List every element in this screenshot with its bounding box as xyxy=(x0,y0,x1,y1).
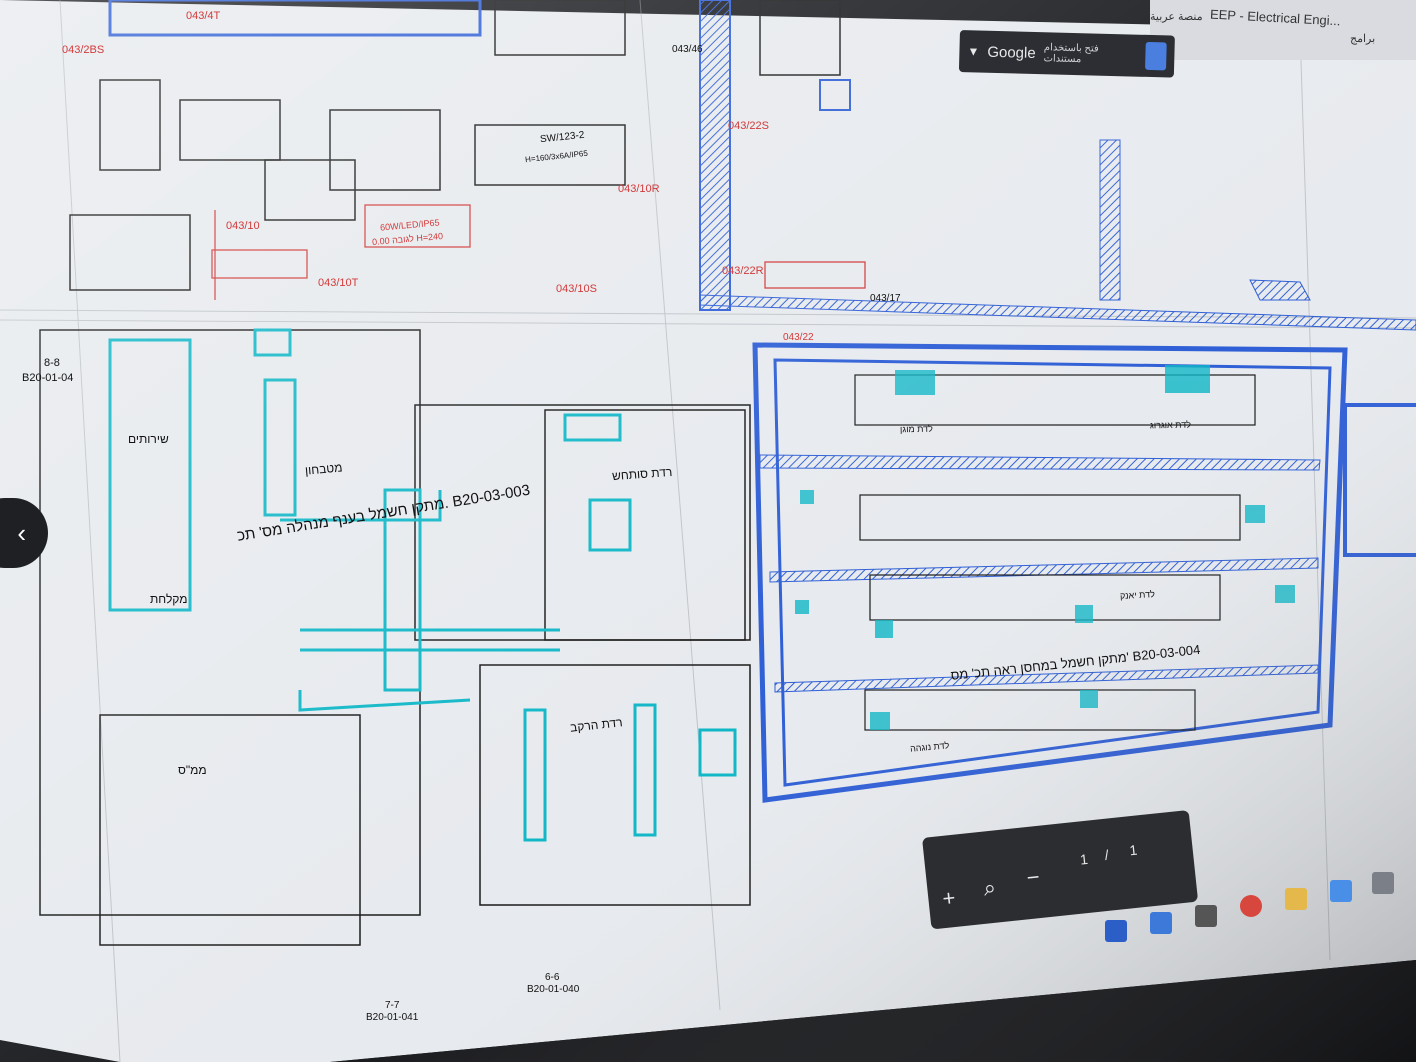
bookmark-arab-platform[interactable]: منصة عربية xyxy=(1150,10,1203,23)
red-tag-5: 043/10R xyxy=(618,183,660,195)
storage-row-2: לדת יאנק xyxy=(1119,589,1156,601)
red-tag-10: 043/22 xyxy=(783,332,814,343)
google-docs-icon[interactable] xyxy=(1144,41,1167,71)
red-tag-0: 043/4T xyxy=(186,10,221,22)
section-ref-3-sheet: B20-01-040 xyxy=(527,984,580,995)
google-open-with-bar[interactable]: ▼ Google فتح باستخدام مستندات xyxy=(958,30,1175,78)
calculator-taskbar-icon[interactable] xyxy=(1195,905,1217,927)
section-ref-2: 7-7 xyxy=(385,1000,400,1011)
page-total: 1 xyxy=(1128,841,1139,859)
page-current[interactable]: 1 xyxy=(1079,851,1088,868)
section-ref-2-sheet: B20-01-041 xyxy=(366,1012,419,1023)
red-tag-7: 043/22S xyxy=(728,120,769,132)
open-with-docs-label[interactable]: فتح باستخدام مستندات xyxy=(1043,42,1137,66)
bookmark-eep[interactable]: EEP - Electrical Engi... xyxy=(1210,7,1341,29)
apps-link[interactable]: برامج xyxy=(1350,32,1375,45)
zoom-in-button[interactable]: + xyxy=(941,885,957,912)
storage-row-0: לדת מוגן xyxy=(899,423,933,435)
app2-taskbar-icon[interactable] xyxy=(1372,872,1394,894)
drawing-canvas xyxy=(0,0,1416,1062)
red-tag-8: 043/22R xyxy=(722,265,764,277)
word-taskbar-icon[interactable] xyxy=(1105,920,1127,942)
room-toilet: שירותים xyxy=(128,432,169,446)
zoom-out-button[interactable]: − xyxy=(1025,864,1041,891)
red-tag-6: 043/46 xyxy=(672,44,703,55)
red-tag-3: 043/10T xyxy=(318,277,359,289)
storage-row-1: לדת אוגרוג xyxy=(1149,419,1192,431)
browser-bookmarks-bar: EEP - Electrical Engi... منصة عربية برام… xyxy=(1150,0,1416,60)
page-separator: / xyxy=(1103,846,1110,863)
chevron-left-icon: ‹ xyxy=(17,517,26,548)
app-taskbar-icon[interactable] xyxy=(1330,880,1352,902)
room-shelter: ממ"ס xyxy=(178,763,207,777)
store-taskbar-icon[interactable] xyxy=(1150,912,1172,934)
section-ref-1-sheet: B20-01-04 xyxy=(22,372,74,384)
files-taskbar-icon[interactable] xyxy=(1285,888,1307,910)
section-ref-1: 8-8 xyxy=(44,357,60,369)
room-showers: מקלחת xyxy=(150,592,188,606)
magnifier-icon[interactable]: ⌕ xyxy=(982,875,997,902)
google-label: Google xyxy=(987,43,1036,62)
red-tag-2: 043/10 xyxy=(226,220,260,232)
monitor-photo: EEP - Electrical Engi... منصة عربية برام… xyxy=(0,0,1416,1062)
chrome-taskbar-icon[interactable] xyxy=(1240,895,1262,917)
red-tag-9: 043/17 xyxy=(870,293,901,304)
red-tag-1: 043/2BS xyxy=(62,44,105,56)
dropdown-caret-icon[interactable]: ▼ xyxy=(967,44,979,58)
red-tag-4: 043/10S xyxy=(556,283,597,295)
section-ref-3: 6-6 xyxy=(545,972,560,983)
